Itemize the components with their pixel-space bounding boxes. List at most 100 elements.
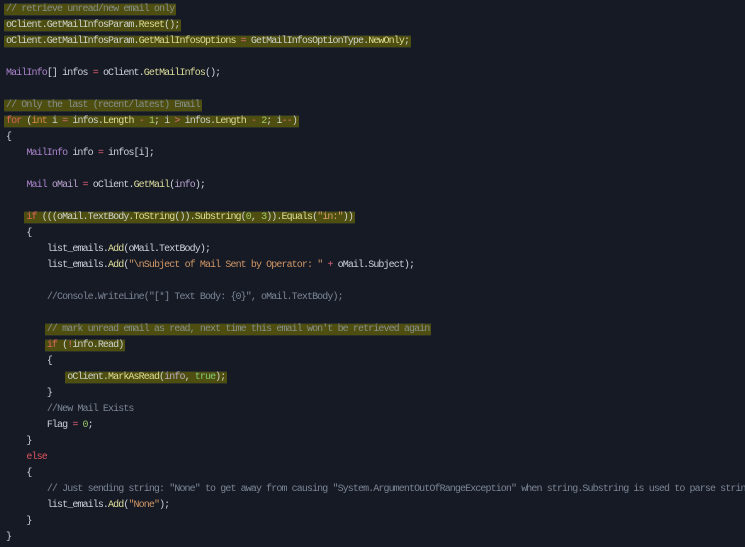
code-token-ty: MailInfo [6, 68, 48, 79]
code-token-w: ) [291, 116, 298, 127]
code-token-w: [] infos [46, 68, 93, 79]
code-line: } [6, 434, 745, 450]
code-token-k: else [26, 452, 47, 463]
code-token-w: ); [215, 372, 226, 383]
code-token-w: (oMail.TextBody); [123, 244, 211, 255]
code-token-bool: true [194, 372, 216, 383]
code-token-ty: MailInfo [26, 148, 68, 159]
code-token-w: } [26, 516, 32, 527]
code-line [6, 162, 745, 178]
code-line: { [6, 130, 745, 146]
code-line: //Console.WriteLine("[*] Text Body: {0}"… [6, 290, 745, 306]
code-token-fn: Substring [194, 212, 242, 223]
highlight-marker: for (int i = infos.Length - 1; i > infos… [6, 116, 298, 127]
code-token-w: info [67, 148, 98, 159]
code-token-k: if [46, 340, 58, 351]
code-token-w: { [26, 468, 32, 479]
code-token-var2: info [164, 372, 185, 383]
highlight-marker: // Only the last (recent/latest) Email [6, 100, 201, 111]
code-line-highlighted: if (((oMail.TextBody.ToString()).Substri… [6, 210, 745, 226]
code-line: // Just sending string: "None" to get aw… [6, 482, 745, 498]
code-token-com: // retrieve unread/new email only [6, 4, 175, 15]
code-token-w: ; [403, 36, 410, 47]
highlight-marker: oClient.GetMailInfosParam.Reset(); [6, 20, 180, 31]
code-line-highlighted: oClient.GetMailInfosParam.Reset(); [6, 18, 745, 34]
code-token-w: list_emails. [46, 244, 109, 255]
code-token-k: for [6, 116, 22, 127]
code-token-w: oClient.GetMailInfosParam. [6, 20, 140, 31]
code-token-op: -- [281, 116, 293, 127]
code-token-w: (((oMail.TextBody. [36, 212, 135, 223]
code-token-w: (); [204, 68, 221, 79]
code-token-w: oClient. [67, 372, 109, 383]
code-line: else [6, 450, 745, 466]
code-token-com: //New Mail Exists [46, 404, 135, 415]
code-line: { [6, 226, 745, 242]
code-token-w: (); [164, 20, 180, 31]
code-token-w: ); [159, 500, 170, 511]
code-token-fn: Add [108, 260, 124, 271]
code-token-w: , [250, 212, 262, 223]
code-token-str: "in:" [317, 212, 343, 223]
code-line-highlighted: // mark unread email as read, next time … [6, 322, 745, 338]
code-line: { [6, 466, 745, 482]
code-token-fn: Equals [281, 212, 313, 223]
code-token-w: } [6, 532, 12, 543]
code-token-w: oClient. [87, 180, 135, 191]
code-token-var2: oMail [51, 180, 78, 191]
code-token-fn: ToString [133, 212, 176, 223]
code-token-fn: Length [102, 116, 134, 127]
code-line-highlighted: // Only the last (recent/latest) Email [6, 98, 745, 114]
code-token-com: // Only the last (recent/latest) Email [6, 100, 201, 111]
code-token-w: oMail.Subject); [332, 260, 415, 271]
code-token-w: oClient. [97, 68, 145, 79]
highlight-marker: if (((oMail.TextBody.ToString()).Substri… [26, 212, 354, 223]
code-token-fn: Add [108, 500, 124, 511]
code-line [6, 306, 745, 322]
code-line: { [6, 354, 745, 370]
code-line-highlighted: oClient.GetMailInfosParam.GetMailInfosOp… [6, 34, 745, 50]
code-token-w: infos. [67, 116, 104, 127]
code-token-fn: MarkAsRead [108, 372, 160, 383]
code-token-w: )). [266, 212, 282, 223]
code-token-k: if [26, 212, 37, 223]
code-token-fn: GetMail [133, 180, 171, 191]
code-token-var2: info [174, 180, 195, 191]
code-line: list_emails.Add("None"); [6, 498, 745, 514]
code-token-w: i [46, 116, 63, 127]
highlight-marker: oClient.MarkAsRead(info, true); [67, 372, 226, 383]
code-token-w: info.Read) [72, 340, 124, 351]
code-line [6, 274, 745, 290]
code-token-fn: NewOnly [368, 36, 405, 47]
highlight-marker: // mark unread email as read, next time … [46, 324, 430, 335]
code-token-w: Flag [46, 420, 73, 431]
code-token-w: infos. [179, 116, 217, 127]
code-line: } [6, 530, 745, 546]
highlight-marker: oClient.GetMailInfosParam.GetMailInfosOp… [6, 36, 410, 47]
code-token-w: { [26, 228, 32, 239]
code-line: MailInfo[] infos = oClient.GetMailInfos(… [6, 66, 745, 82]
code-token-str: "\nSubject of Mail Sent by Operator: " [128, 260, 323, 271]
code-token-fn: GetMailInfos [143, 68, 206, 79]
code-token-fn: Add [108, 244, 124, 255]
code-token-str: "None" [128, 500, 160, 511]
code-token-w: { [46, 356, 53, 367]
code-token-w: ); [194, 180, 206, 191]
